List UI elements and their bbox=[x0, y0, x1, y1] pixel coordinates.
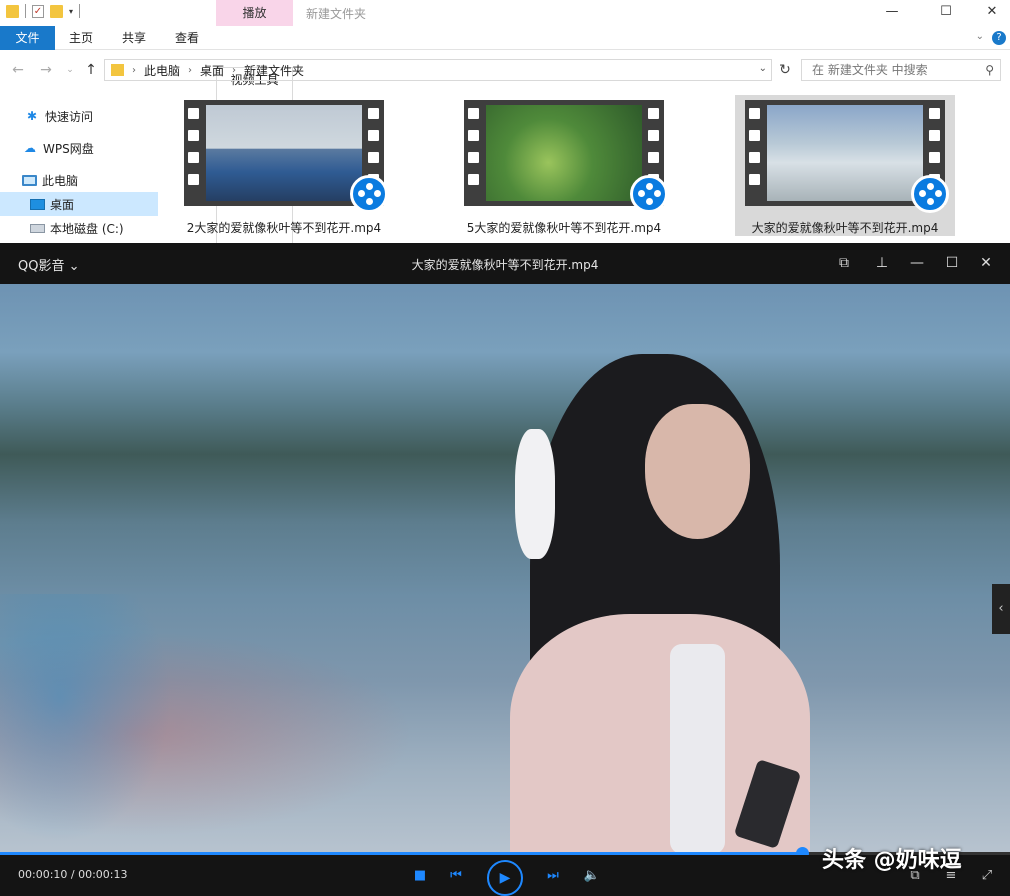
tab-view[interactable]: 查看 bbox=[168, 26, 206, 50]
next-icon[interactable]: ⏭ bbox=[543, 866, 563, 886]
file-tile[interactable]: 2大家的爱就像秋叶等不到花开.mp4 bbox=[174, 95, 394, 236]
chevron-right-icon: › bbox=[188, 64, 193, 76]
search-placeholder: 在 新建文件夹 中搜索 bbox=[812, 63, 928, 77]
star-icon: ✱ bbox=[26, 109, 38, 123]
mini-mode-icon[interactable]: ⧉ bbox=[834, 253, 854, 273]
tab-file[interactable]: 文件 bbox=[0, 26, 55, 50]
file-name: 5大家的爱就像秋叶等不到花开.mp4 bbox=[466, 221, 662, 235]
sidebar-item-label: WPS网盘 bbox=[43, 141, 94, 156]
folder-icon bbox=[6, 4, 19, 18]
file-tile[interactable]: 5大家的爱就像秋叶等不到花开.mp4 bbox=[454, 95, 674, 236]
file-explorer-window: ✓ ▾ 播放 新建文件夹 — ☐ ✕ 文件 主页 共享 查看 视频工具 ⌄ ? … bbox=[0, 0, 1010, 635]
close-icon[interactable]: ✕ bbox=[980, 3, 1004, 21]
ribbon-tabs: 文件 主页 共享 查看 视频工具 ⌄ ? bbox=[0, 26, 1010, 635]
quick-access-toolbar: ✓ ▾ bbox=[6, 4, 81, 18]
video-thumbnail bbox=[464, 100, 668, 213]
player-titlebar: QQ影音 ⌄ 大家的爱就像秋叶等不到花开.mp4 ⧉ ⊥ — ☐ ✕ bbox=[0, 243, 1010, 284]
navigation-bar: ← → ⌄ ↑ › 此电脑 › 桌面 › 新建文件夹 ⌄ ↻ 在 新建文件夹 中… bbox=[0, 56, 1010, 84]
forward-arrow-icon[interactable]: → bbox=[38, 61, 54, 79]
fullscreen-icon[interactable]: ⤢ bbox=[978, 867, 996, 885]
breadcrumb-new-folder[interactable]: 新建文件夹 bbox=[244, 62, 304, 79]
pc-icon bbox=[22, 174, 37, 186]
help-icon[interactable]: ? bbox=[992, 31, 1006, 45]
volume-icon[interactable]: 🔈 bbox=[582, 866, 602, 886]
sidebar-item-this-pc[interactable]: 此电脑 bbox=[0, 168, 158, 192]
video-frame[interactable]: ‹ bbox=[0, 284, 1010, 852]
file-tile-selected[interactable]: 大家的爱就像秋叶等不到花开.mp4 bbox=[735, 95, 955, 236]
breadcrumb-this-pc[interactable]: 此电脑 bbox=[144, 62, 180, 79]
refresh-icon[interactable]: ↻ bbox=[776, 61, 794, 79]
sidebar-item-wps-drive[interactable]: ☁ WPS网盘 bbox=[0, 136, 158, 160]
toolbar-divider bbox=[79, 4, 81, 18]
sidebar-item-label: 本地磁盘 (C:) bbox=[50, 221, 124, 236]
cloud-icon: ☁ bbox=[24, 141, 36, 155]
maximize-icon[interactable]: ☐ bbox=[934, 3, 958, 21]
new-folder-icon[interactable] bbox=[50, 4, 63, 18]
tab-home[interactable]: 主页 bbox=[62, 26, 100, 50]
pin-icon[interactable]: ⊥ bbox=[872, 253, 892, 273]
playlist-toggle-icon[interactable]: ‹ bbox=[992, 584, 1010, 634]
chevron-right-icon: › bbox=[232, 64, 237, 76]
sidebar-item-label: 快速访问 bbox=[45, 109, 94, 124]
maximize-icon[interactable]: ☐ bbox=[942, 253, 962, 273]
search-input[interactable]: 在 新建文件夹 中搜索 ⚲ bbox=[801, 59, 1001, 81]
minimize-icon[interactable]: — bbox=[907, 253, 927, 273]
breadcrumb-desktop[interactable]: 桌面 bbox=[200, 62, 224, 79]
sidebar-item-quick-access[interactable]: ✱ 快速访问 bbox=[0, 104, 158, 128]
stop-icon[interactable]: ■ bbox=[410, 866, 430, 886]
qq-player-file-icon bbox=[350, 175, 388, 213]
minimize-icon[interactable]: — bbox=[880, 3, 904, 21]
video-thumbnail bbox=[184, 100, 388, 213]
back-arrow-icon[interactable]: ← bbox=[10, 61, 26, 79]
explorer-titlebar: ✓ ▾ 播放 新建文件夹 — ☐ ✕ bbox=[0, 0, 1010, 26]
desktop-icon bbox=[30, 198, 45, 210]
navigation-pane: ✱ 快速访问 ☁ WPS网盘 此电脑 桌面 本地磁盘 (C:) bbox=[0, 100, 158, 243]
file-name: 2大家的爱就像秋叶等不到花开.mp4 bbox=[186, 221, 382, 235]
tab-share[interactable]: 共享 bbox=[115, 26, 153, 50]
close-icon[interactable]: ✕ bbox=[976, 253, 996, 273]
drive-icon bbox=[30, 223, 45, 233]
properties-icon[interactable]: ✓ bbox=[32, 4, 44, 18]
chevron-down-icon[interactable]: ⌄ bbox=[976, 31, 984, 42]
sidebar-item-desktop[interactable]: 桌面 bbox=[0, 192, 158, 216]
file-name: 大家的爱就像秋叶等不到花开.mp4 bbox=[751, 221, 939, 235]
up-arrow-icon[interactable]: ↑ bbox=[83, 61, 99, 79]
video-thumbnail bbox=[745, 100, 949, 213]
video-subject bbox=[490, 354, 820, 852]
search-icon[interactable]: ⚲ bbox=[985, 60, 994, 80]
previous-icon[interactable]: ⏮ bbox=[446, 866, 466, 886]
watermark: 头条 @奶味逗 bbox=[822, 848, 962, 873]
folder-icon bbox=[111, 64, 124, 76]
sidebar-item-label: 桌面 bbox=[50, 197, 75, 212]
context-tab-play: 播放 bbox=[216, 0, 293, 26]
address-bar[interactable]: › 此电脑 › 桌面 › 新建文件夹 ⌄ bbox=[104, 59, 772, 81]
customize-dropdown-icon[interactable]: ▾ bbox=[69, 7, 73, 16]
toolbar-divider bbox=[25, 4, 26, 18]
chevron-right-icon: › bbox=[132, 64, 136, 76]
player-title: 大家的爱就像秋叶等不到花开.mp4 bbox=[411, 258, 599, 272]
recent-dropdown-icon[interactable]: ⌄ bbox=[62, 61, 78, 79]
chevron-down-icon[interactable]: ⌄ bbox=[759, 63, 767, 74]
playback-time: 00:00:10 / 00:00:13 bbox=[18, 868, 128, 881]
qq-player-window: QQ影音 ⌄ 大家的爱就像秋叶等不到花开.mp4 ⧉ ⊥ — ☐ ✕ ‹ 00:… bbox=[0, 243, 1010, 896]
window-title: 新建文件夹 bbox=[306, 7, 367, 21]
play-button[interactable]: ▶ bbox=[487, 860, 523, 896]
qq-player-file-icon bbox=[630, 175, 668, 213]
sidebar-item-label: 此电脑 bbox=[42, 173, 79, 188]
sidebar-item-local-disk-c[interactable]: 本地磁盘 (C:) bbox=[0, 216, 158, 240]
qq-player-file-icon bbox=[911, 175, 949, 213]
